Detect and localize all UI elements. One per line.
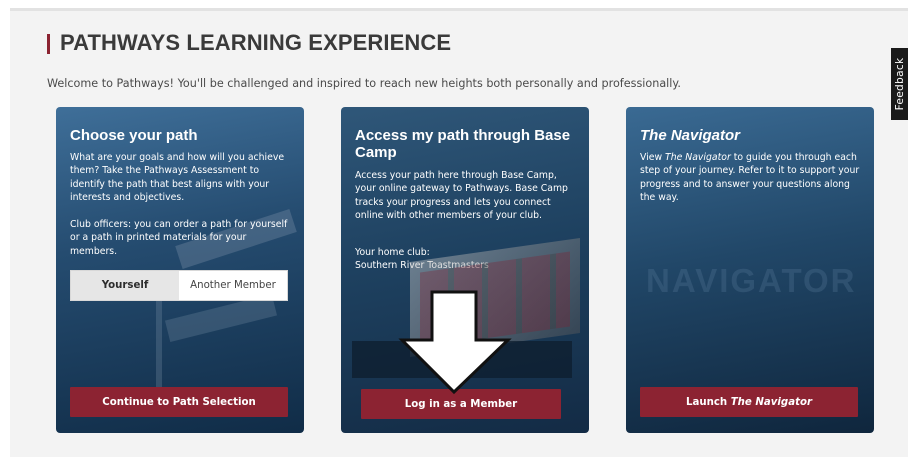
feedback-tab[interactable]: Feedback: [891, 48, 908, 120]
launch-navigator-emphasis: The Navigator: [730, 396, 812, 408]
navigator-heading: The Navigator: [640, 127, 741, 144]
choose-path-officer-note: Club officers: you can order a path for …: [70, 219, 288, 257]
feedback-tab-label: Feedback: [893, 57, 906, 111]
intro-text: Welcome to Pathways! You'll be challenge…: [47, 77, 681, 90]
base-camp-body: Access your path here through Base Camp,…: [355, 170, 568, 222]
navigator-body-prefix: View: [640, 152, 666, 163]
toggle-yourself[interactable]: Yourself: [71, 271, 179, 300]
navigator-watermark: NAVIGATOR: [646, 262, 857, 299]
choose-path-body: What are your goals and how will you ach…: [70, 152, 285, 204]
launch-navigator-button[interactable]: Launch The Navigator: [640, 387, 858, 417]
order-for-toggle[interactable]: Yourself Another Member: [70, 270, 288, 301]
base-camp-heading: Access my path through Base Camp: [355, 127, 571, 161]
launch-navigator-prefix: Launch: [686, 396, 731, 408]
navigator-body: View The Navigator to guide you through …: [640, 151, 862, 205]
title-accent-bar: [47, 34, 50, 54]
signpost-decoration-2: [164, 294, 278, 342]
page-title: PATHWAYS LEARNING EXPERIENCE: [60, 30, 452, 55]
choose-path-heading: Choose your path: [70, 127, 198, 144]
down-arrow-icon: [398, 290, 512, 395]
continue-to-path-selection-button[interactable]: Continue to Path Selection: [70, 387, 288, 417]
navigator-body-emphasis: The Navigator: [665, 152, 731, 163]
toggle-another-member[interactable]: Another Member: [179, 271, 287, 300]
